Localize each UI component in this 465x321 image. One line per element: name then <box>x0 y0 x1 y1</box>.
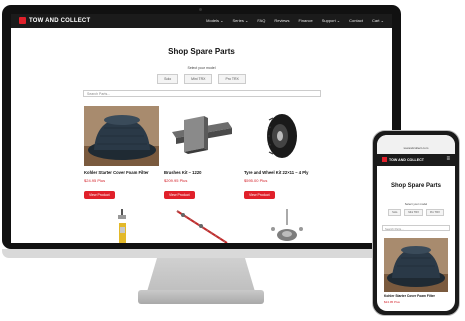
model-filter: Solo Mini TRX Pro TRX <box>377 209 455 216</box>
product-card[interactable]: Tyre and Wheel Kit 22×11 – 4 Ply $595.00… <box>244 106 319 201</box>
view-product-button[interactable]: View Product <box>84 191 115 199</box>
product-price: $209.95 Plus <box>164 178 188 183</box>
product-image-foam-filter[interactable] <box>384 238 448 292</box>
hamburger-icon[interactable]: ≡ <box>446 156 450 162</box>
product-image-tyre-wheel-kit[interactable] <box>244 106 319 166</box>
model-button-pro-trx[interactable]: Pro TRX <box>425 209 444 216</box>
product-image-brushes-kit[interactable] <box>164 106 239 166</box>
product-price: $595.00 Plus <box>244 178 268 183</box>
product-name[interactable]: Tyre and Wheel Kit 22×11 – 4 Ply <box>244 170 319 175</box>
nav-item-faq[interactable]: FAQ <box>257 18 265 23</box>
logo-icon <box>19 17 26 24</box>
imac-chin <box>2 249 401 258</box>
model-button-mini-trx[interactable]: Mini TRX <box>184 74 213 84</box>
view-product-button[interactable]: View Product <box>164 191 195 199</box>
iphone: towandcollect.com TOW AND COLLECT ≡ Shop… <box>372 130 460 316</box>
nav-item-reviews[interactable]: Reviews <box>274 18 289 23</box>
model-button-mini-trx[interactable]: Mini TRX <box>404 209 423 216</box>
search-input[interactable]: Search Parts... <box>382 225 450 231</box>
product-name[interactable]: Kohler Starter Cover Foam Filter <box>84 170 159 175</box>
mobile-screen: towandcollect.com TOW AND COLLECT ≡ Shop… <box>377 135 455 311</box>
product-price: $24.95 Plus <box>84 178 106 183</box>
imac-stand-base <box>138 290 264 304</box>
model-button-pro-trx[interactable]: Pro TRX <box>218 74 246 84</box>
product-card[interactable]: Brushes Kit – 1220 $209.95 Plus View Pro… <box>164 106 239 201</box>
view-product-button[interactable]: View Product <box>244 191 275 199</box>
nav-item-support[interactable]: Support ⌄ <box>322 18 340 23</box>
model-filter: Solo Mini TRX Pro TRX <box>11 74 392 84</box>
brand-name: TOW AND COLLECT <box>29 17 91 24</box>
nav-item-contact[interactable]: Contact <box>349 18 363 23</box>
url-text[interactable]: towandcollect.com <box>377 146 455 150</box>
page-title: Shop Spare Parts <box>168 47 235 56</box>
product-card[interactable]: Kohler Starter Cover Foam Filter $24.95 … <box>84 106 159 201</box>
nav-menu: Models ⌄ Series ⌄ FAQ Reviews Finance Su… <box>206 18 384 23</box>
select-model-label: Select your model <box>404 202 428 206</box>
imac-monitor: TOW AND COLLECT Models ⌄ Series ⌄ FAQ Re… <box>2 5 401 249</box>
brand-name: TOW AND COLLECT <box>389 157 424 162</box>
page-title: Shop Spare Parts <box>390 183 441 189</box>
nav-item-models[interactable]: Models ⌄ <box>206 18 223 23</box>
desktop-screen: TOW AND COLLECT Models ⌄ Series ⌄ FAQ Re… <box>11 14 392 243</box>
product-image-foam-filter[interactable] <box>84 106 159 166</box>
product-image-partial[interactable] <box>171 209 231 243</box>
select-model-label: Select your model <box>187 66 216 70</box>
logo-icon <box>382 157 387 162</box>
mobile-nav: TOW AND COLLECT ≡ <box>377 154 455 166</box>
model-button-solo[interactable]: Solo <box>388 209 402 216</box>
product-name[interactable]: Kohler Starter Cover Foam Filter <box>384 294 435 298</box>
nav-item-cart[interactable]: Cart ⌄ <box>372 18 384 23</box>
nav-item-series[interactable]: Series ⌄ <box>233 18 249 23</box>
product-image-partial[interactable] <box>111 209 171 243</box>
product-name[interactable]: Brushes Kit – 1220 <box>164 170 239 175</box>
top-nav: TOW AND COLLECT Models ⌄ Series ⌄ FAQ Re… <box>11 14 392 28</box>
search-input[interactable]: Search Parts... <box>83 90 321 97</box>
product-image-partial[interactable] <box>261 209 321 243</box>
model-button-solo[interactable]: Solo <box>157 74 179 84</box>
site-logo[interactable]: TOW AND COLLECT <box>19 17 90 24</box>
browser-url-bar[interactable]: towandcollect.com <box>377 135 455 154</box>
camera-dot <box>199 8 202 11</box>
site-logo[interactable]: TOW AND COLLECT <box>382 157 424 162</box>
nav-item-finance[interactable]: Finance <box>298 18 312 23</box>
product-price: $24.95 Plus <box>384 300 400 304</box>
